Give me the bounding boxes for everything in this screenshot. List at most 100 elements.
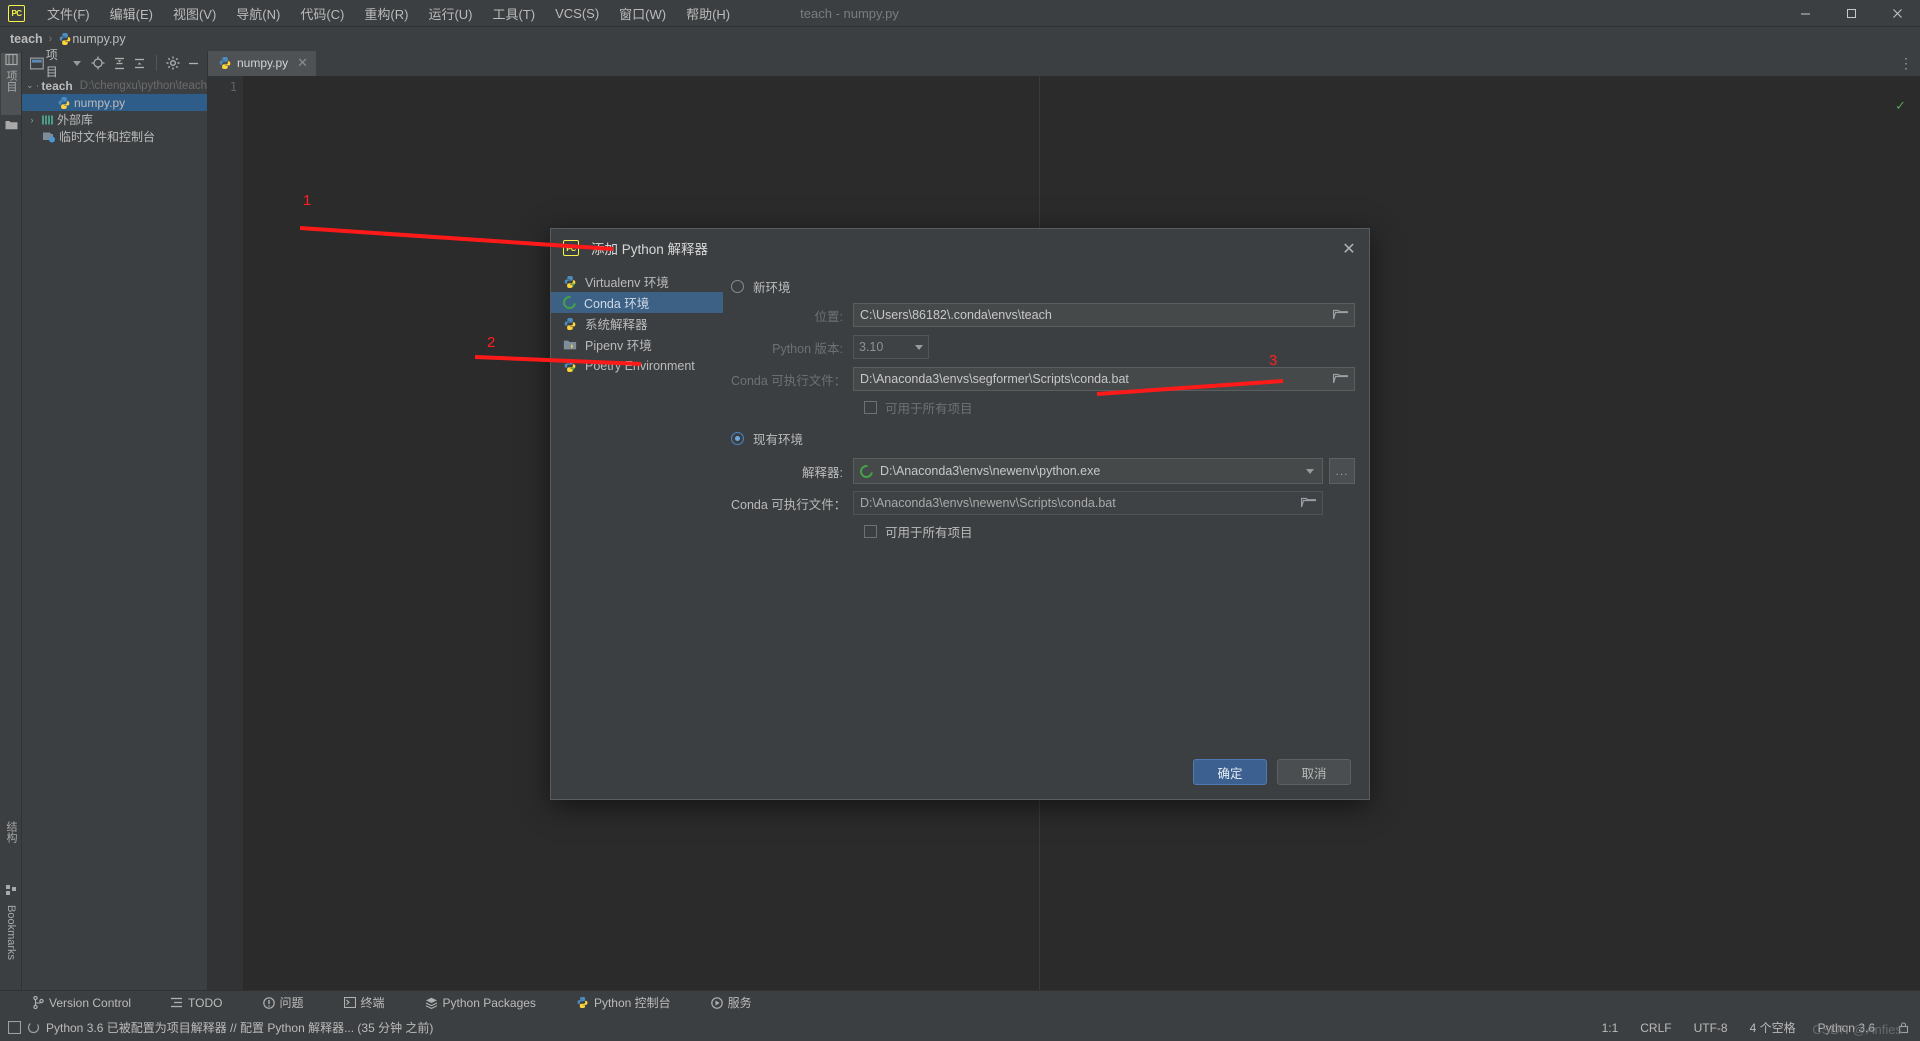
- bottom-item-python-packages[interactable]: Python Packages: [416, 994, 545, 1012]
- new-all-projects-row[interactable]: 可用于所有项目: [731, 394, 1355, 420]
- existing-environment-radio-row[interactable]: 现有环境: [731, 426, 1355, 450]
- env-item-pipenv[interactable]: Pipenv 环境: [551, 334, 723, 355]
- folder-browse-icon[interactable]: [1301, 496, 1316, 509]
- library-icon: [42, 115, 53, 124]
- menu-refactor[interactable]: 重构(R): [354, 1, 418, 26]
- chevron-down-icon[interactable]: [73, 60, 82, 66]
- indent-setting[interactable]: 4 个空格: [1750, 1019, 1796, 1036]
- menu-run[interactable]: 运行(U): [418, 1, 482, 26]
- ok-button[interactable]: 确定: [1193, 759, 1267, 785]
- bottom-item-problems[interactable]: 问题: [254, 992, 313, 1013]
- new-environment-label: 新环境: [753, 280, 791, 295]
- chevron-right-icon[interactable]: ›: [26, 115, 38, 125]
- pycharm-logo-icon: PC: [8, 4, 25, 22]
- cancel-button[interactable]: 取消: [1277, 759, 1351, 785]
- menu-navigate[interactable]: 导航(N): [226, 1, 290, 26]
- maximize-button[interactable]: [1828, 0, 1874, 27]
- inspection-status-icon[interactable]: ✓: [1895, 98, 1906, 114]
- file-encoding[interactable]: UTF-8: [1694, 1021, 1728, 1035]
- menu-edit[interactable]: 编辑(E): [100, 1, 163, 26]
- breadcrumb-project[interactable]: teach: [10, 32, 43, 46]
- python-console-icon: [577, 996, 588, 1009]
- env-item-system-interpreter[interactable]: 系统解释器: [551, 313, 723, 334]
- close-icon[interactable]: ✕: [1339, 239, 1359, 259]
- scratches-icon: [43, 132, 55, 142]
- menu-file[interactable]: 文件(F): [37, 1, 100, 26]
- interpreter-browse-button[interactable]: ...: [1329, 458, 1355, 484]
- env-item-conda[interactable]: Conda 环境: [551, 292, 723, 313]
- menu-help[interactable]: 帮助(H): [676, 1, 740, 26]
- existing-conda-exe-input[interactable]: D:\Anaconda3\envs\newenv\Scripts\conda.b…: [853, 491, 1323, 515]
- tree-node-numpy-py[interactable]: numpy.py: [22, 94, 207, 111]
- sidebar-item-folder[interactable]: [1, 119, 21, 141]
- breadcrumb-file[interactable]: numpy.py: [58, 32, 126, 46]
- minimize-button[interactable]: [1782, 0, 1828, 27]
- hide-panel-button[interactable]: [184, 54, 203, 73]
- env-label-system-interpreter: 系统解释器: [585, 318, 648, 332]
- bottom-item-python-console[interactable]: Python 控制台: [567, 992, 680, 1013]
- new-environment-radio-row[interactable]: 新环境: [731, 274, 1355, 298]
- environment-type-list: Virtualenv 环境 Conda 环境 系统解释器 Pipenv 环境 P…: [551, 267, 723, 747]
- gear-icon[interactable]: [164, 54, 183, 73]
- bottom-item-todo[interactable]: TODO: [162, 994, 231, 1012]
- tree-node-external-libraries[interactable]: › 外部库: [22, 111, 207, 128]
- sidebar-item-project[interactable]: 项目: [1, 53, 21, 115]
- tree-label-teach: teach: [41, 78, 73, 93]
- caret-position[interactable]: 1:1: [1602, 1021, 1619, 1035]
- bottom-label-version-control: Version Control: [49, 995, 132, 1010]
- location-input[interactable]: C:\Users\86182\.conda\envs\teach: [853, 303, 1355, 327]
- scroll-from-source-button[interactable]: [89, 54, 108, 73]
- folder-icon: [36, 84, 39, 87]
- existing-all-projects-row[interactable]: 可用于所有项目: [731, 518, 1355, 544]
- editor-scrollbar[interactable]: [1908, 76, 1920, 1011]
- bottom-tool-window-bar: Version Control TODO 问题 终端 Python Packag…: [0, 990, 1920, 1014]
- python-version-value: 3.10: [859, 340, 884, 354]
- chevron-down-icon[interactable]: [1306, 468, 1314, 474]
- project-tree: ⌄ teach D:\chengxu\python\teach numpy.py…: [22, 75, 207, 145]
- collapse-all-button[interactable]: [130, 54, 149, 73]
- python-version-select[interactable]: 3.10: [853, 335, 929, 359]
- close-icon[interactable]: ✕: [297, 55, 308, 71]
- interpreter-select[interactable]: D:\Anaconda3\envs\newenv\python.exe: [853, 458, 1323, 484]
- env-item-virtualenv[interactable]: Virtualenv 环境: [551, 271, 723, 292]
- expand-all-button[interactable]: [110, 54, 129, 73]
- window-title: teach - numpy.py: [800, 5, 899, 21]
- new-all-projects-checkbox[interactable]: [864, 400, 877, 414]
- bottom-item-version-control[interactable]: Version Control: [24, 994, 140, 1012]
- env-item-poetry[interactable]: Poetry Environment: [551, 355, 723, 376]
- line-separator[interactable]: CRLF: [1640, 1021, 1671, 1035]
- bottom-label-python-console: Python 控制台: [593, 996, 671, 1010]
- chevron-down-icon[interactable]: ⌄: [26, 80, 34, 91]
- dialog-body: Virtualenv 环境 Conda 环境 系统解释器 Pipenv 环境 P…: [551, 267, 1369, 747]
- editor-options-button[interactable]: ⋮: [1899, 55, 1914, 72]
- new-environment-radio[interactable]: [731, 279, 744, 293]
- interpreter-indicator[interactable]: Python 3.6: [1818, 1021, 1875, 1035]
- status-message[interactable]: Python 3.6 已被配置为项目解释器 // 配置 Python 解释器..…: [46, 1019, 433, 1036]
- menu-view[interactable]: 视图(V): [163, 1, 226, 26]
- folder-browse-icon[interactable]: [1333, 308, 1348, 321]
- close-window-button[interactable]: [1874, 0, 1920, 27]
- bottom-item-services[interactable]: 服务: [702, 992, 761, 1013]
- conda-icon: [857, 461, 876, 481]
- folder-browse-icon[interactable]: [1333, 372, 1348, 385]
- sidebar-item-bookmarks[interactable]: Bookmarks: [1, 905, 21, 993]
- menu-window[interactable]: 窗口(W): [609, 1, 676, 26]
- menu-code[interactable]: 代码(C): [290, 1, 354, 26]
- existing-environment-radio[interactable]: [731, 431, 744, 445]
- lock-icon[interactable]: [1897, 1021, 1910, 1034]
- warning-icon: [262, 996, 275, 1009]
- tree-node-teach[interactable]: ⌄ teach D:\chengxu\python\teach: [22, 77, 207, 94]
- editor-tab-numpy-py[interactable]: numpy.py ✕: [208, 51, 317, 76]
- project-window-icon: [30, 57, 44, 69]
- python-version-label: Python 版本:: [772, 341, 843, 356]
- background-tasks-icon[interactable]: [27, 1021, 40, 1034]
- existing-all-projects-checkbox[interactable]: [864, 524, 877, 538]
- bottom-item-terminal[interactable]: 终端: [335, 992, 394, 1013]
- memory-indicator-icon[interactable]: [8, 1021, 21, 1034]
- new-conda-exe-input[interactable]: D:\Anaconda3\envs\segformer\Scripts\cond…: [853, 367, 1355, 391]
- sidebar-item-structure[interactable]: 结构: [1, 821, 21, 881]
- logo-text: PC: [11, 8, 22, 18]
- tree-node-scratches[interactable]: 临时文件和控制台: [22, 128, 207, 145]
- menu-vcs[interactable]: VCS(S): [545, 3, 609, 24]
- menu-tools[interactable]: 工具(T): [482, 1, 545, 26]
